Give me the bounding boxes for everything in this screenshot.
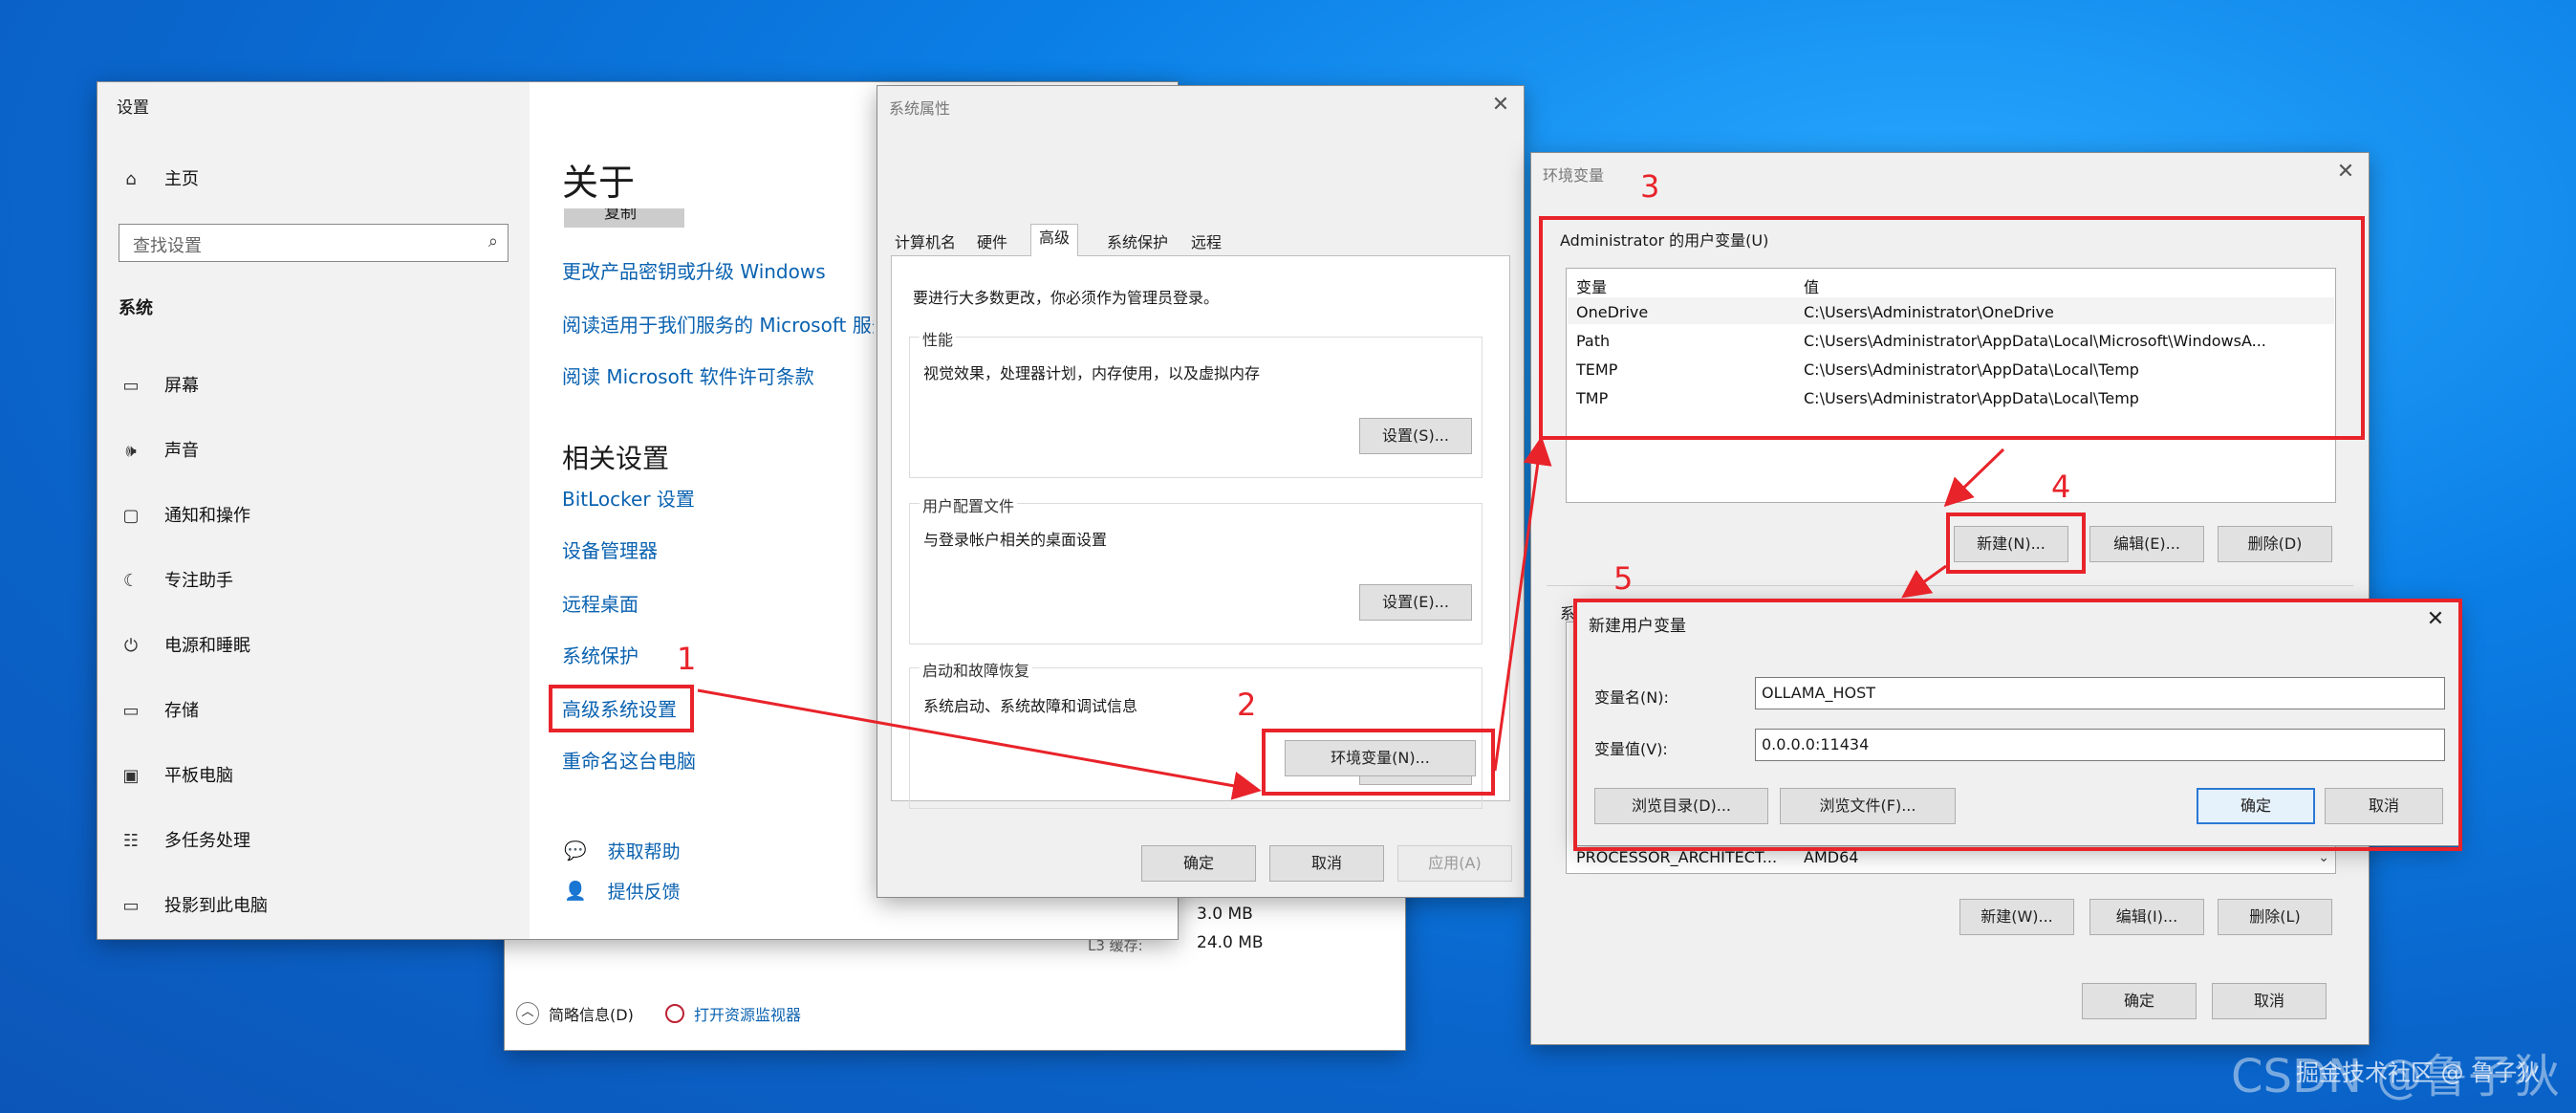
arrow-4-to-5	[1901, 564, 1947, 599]
annotation-arrows	[697, 436, 2005, 800]
arrow-1-to-2	[697, 688, 1262, 800]
arrow-2-to-3	[1493, 436, 1552, 772]
watermark-front: CSDN @鲁子狄	[2231, 1050, 2561, 1103]
arrow-3-to-4	[1943, 447, 2005, 508]
